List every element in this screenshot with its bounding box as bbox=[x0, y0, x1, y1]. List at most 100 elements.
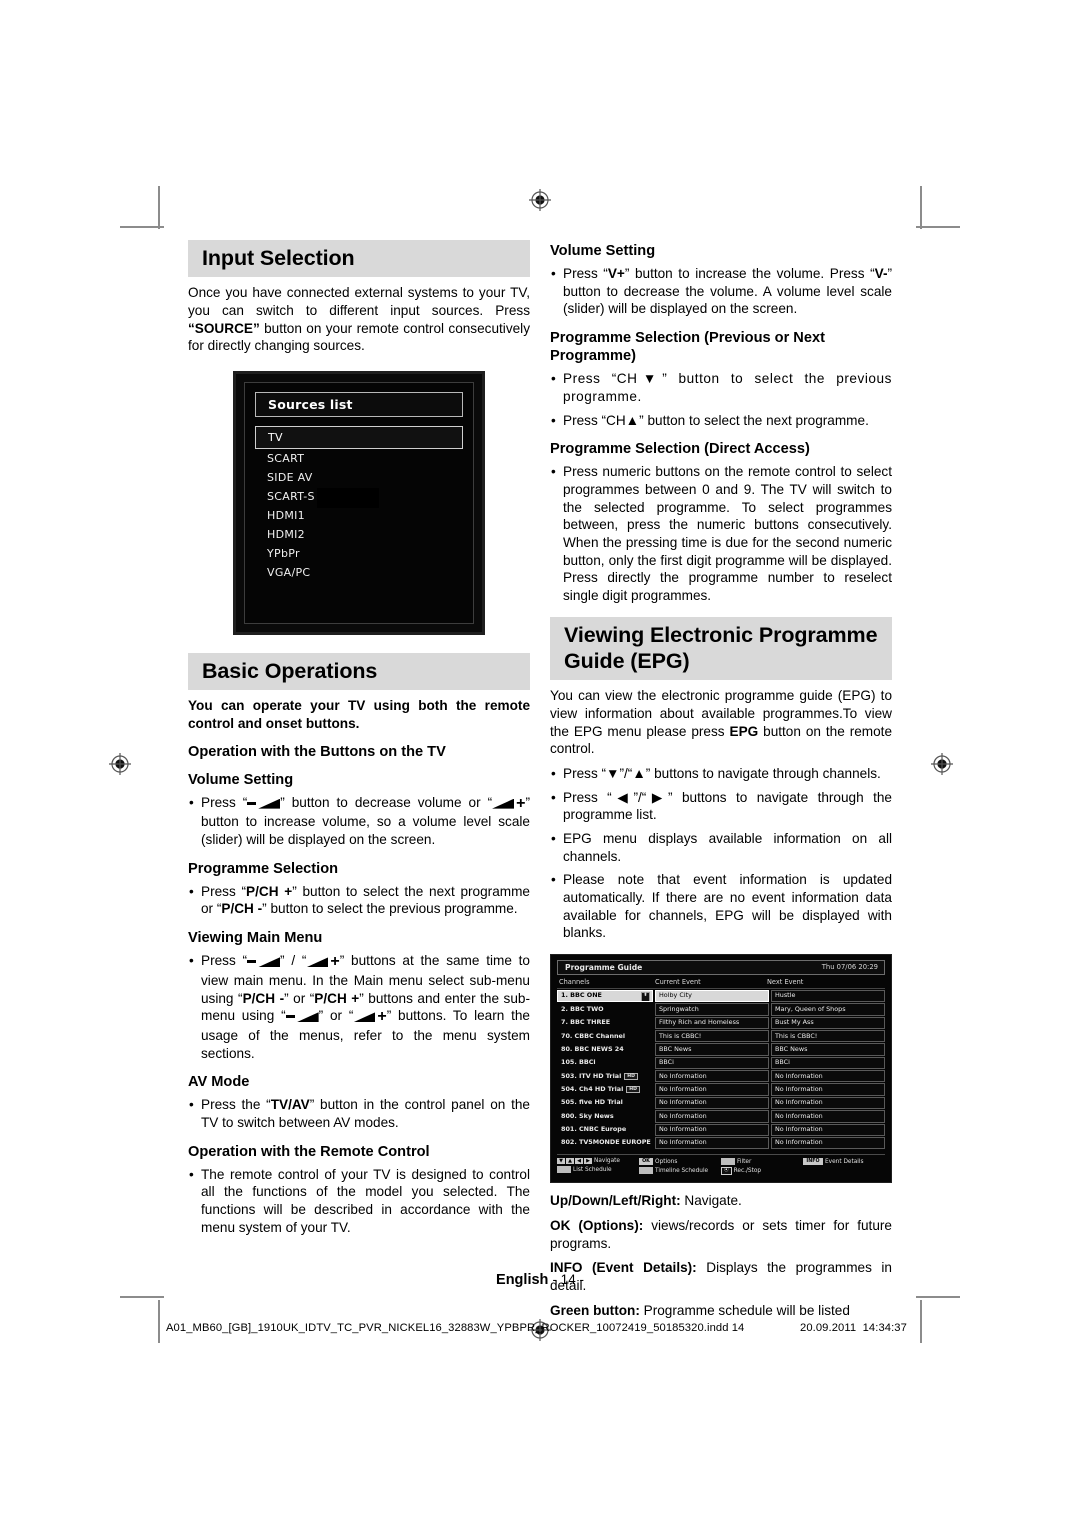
epg-cell-channel[interactable]: 504. Ch4 HD Trial HD bbox=[557, 1083, 653, 1095]
hd-icon: HD bbox=[624, 1072, 638, 1080]
epg-cell-current[interactable]: BBC News bbox=[655, 1043, 769, 1056]
epg-cell-current[interactable]: This is CBBC! bbox=[655, 1030, 769, 1043]
epg-cell-next[interactable]: No Information bbox=[771, 1083, 885, 1096]
programme-selection-left-bullets: Press “P/CH +” button to select the next… bbox=[188, 883, 530, 918]
sources-list-item-scart[interactable]: SCART bbox=[255, 449, 463, 468]
crop-mark-bottom-right-v bbox=[920, 1300, 922, 1343]
epg-row[interactable]: 80. BBC NEWS 24 BBC News BBC News bbox=[557, 1043, 885, 1056]
programme-selection-direct-bullet: Press numeric buttons on the remote cont… bbox=[550, 463, 892, 604]
epg-row[interactable]: 801. CNBC Europe No Information No Infor… bbox=[557, 1123, 885, 1136]
stepper-icon[interactable]: ⬍ bbox=[641, 991, 650, 1002]
epg-cell-current[interactable]: Springwatch bbox=[655, 1003, 769, 1016]
epg-cell-channel[interactable]: 802. TV5MONDE EUROPE bbox=[557, 1137, 653, 1149]
epg-cell-channel[interactable]: 7. BBC THREE bbox=[557, 1017, 653, 1029]
vol-text-2: ” button to decrease volume or “ bbox=[280, 794, 493, 810]
epg-cell-current[interactable]: Filthy Rich and Homeless bbox=[655, 1016, 769, 1030]
epg-cell-current[interactable]: No Information bbox=[655, 1110, 769, 1123]
record-key-icon: ⦿ bbox=[721, 1167, 732, 1176]
epg-cell-current[interactable]: No Information bbox=[655, 1083, 769, 1096]
viewing-main-menu-bullet: Press “” / “+” buttons at the same time … bbox=[188, 952, 530, 1062]
epg-cell-next[interactable]: Bust My Ass bbox=[771, 1016, 885, 1030]
section-heading-basic-operations: Basic Operations bbox=[188, 652, 530, 691]
epg-key-green-desc: Programme schedule will be listed bbox=[639, 1302, 850, 1318]
epg-key-updown-label: Up/Down/Left/Right: bbox=[550, 1193, 681, 1209]
rvol-key-vplus: V+ bbox=[607, 266, 625, 282]
epg-cell-next[interactable]: BBC News bbox=[771, 1043, 885, 1056]
epg-channel-label: 503. ITV HD Trial bbox=[561, 1071, 622, 1080]
epg-row[interactable]: 504. Ch4 HD Trial HD No Information No In… bbox=[557, 1083, 885, 1096]
epg-key-updown-desc: Navigate. bbox=[680, 1193, 742, 1209]
epg-cell-current[interactable]: No Information bbox=[655, 1136, 769, 1150]
crop-mark-top-left-h bbox=[120, 226, 164, 228]
epg-cell-channel[interactable]: 800. Sky News bbox=[557, 1110, 653, 1122]
volume-setting-remote-bullet: Press “V+” button to increase the volume… bbox=[550, 265, 892, 318]
sources-list-item-hdmi1[interactable]: HDMI1 bbox=[255, 506, 463, 525]
epg-cell-next[interactable]: No Information bbox=[771, 1096, 885, 1110]
epg-cell-channel[interactable]: 105. BBCi bbox=[557, 1057, 653, 1069]
sources-list-item-vga-pc[interactable]: VGA/PC bbox=[255, 563, 463, 582]
epg-cell-channel[interactable]: 503. ITV HD Trial HD bbox=[557, 1070, 653, 1082]
sources-list-item-scart-s[interactable]: SCART-S bbox=[255, 487, 463, 508]
epg-row[interactable]: 505. five HD Trial No Information No Inf… bbox=[557, 1096, 885, 1110]
epg-cell-current[interactable]: BBCi bbox=[655, 1056, 769, 1070]
sources-list-item-scart-s-label: SCART-S bbox=[267, 489, 315, 503]
print-date: 20.09.2011 bbox=[800, 1322, 857, 1334]
epg-cell-next[interactable]: No Information bbox=[771, 1123, 885, 1136]
epg-key-green: Green button: Programme schedule will be… bbox=[550, 1302, 892, 1320]
epg-cell-current[interactable]: Holby City bbox=[655, 989, 769, 1003]
programme-selection-prev-bullet: Press “CH▼” button to select the previou… bbox=[550, 370, 892, 405]
epg-row[interactable]: 802. TV5MONDE EUROPE No Information No I… bbox=[557, 1136, 885, 1150]
vmm-key-pch-minus: P/CH - bbox=[242, 990, 285, 1006]
epg-row[interactable]: 2. BBC TWO Springwatch Mary, Queen of Sh… bbox=[557, 1003, 885, 1016]
epg-row[interactable]: 1. BBC ONE ⬍ Holby City Hustle bbox=[557, 989, 885, 1003]
programme-selection-left-bullet: Press “P/CH +” button to select the next… bbox=[188, 883, 530, 918]
volume-setting-remote-bullets: Press “V+” button to increase the volume… bbox=[550, 265, 892, 318]
epg-cell-next[interactable]: Mary, Queen of Shops bbox=[771, 1003, 885, 1016]
vmm-text-4: ” or “ bbox=[284, 990, 315, 1006]
epg-cell-next[interactable]: No Information bbox=[771, 1070, 885, 1083]
epg-row[interactable]: 105. BBCi BBCi BBCi bbox=[557, 1056, 885, 1070]
epg-cell-next[interactable]: This is CBBC! bbox=[771, 1030, 885, 1043]
vol-text-1: Press “ bbox=[201, 794, 248, 810]
print-timestamp: 20.09.2011 14:34:37 bbox=[800, 1322, 907, 1334]
epg-legend-event-details-label: Event Details bbox=[825, 1158, 864, 1165]
epg-row[interactable]: 800. Sky News No Information No Informat… bbox=[557, 1110, 885, 1123]
epg-cell-channel[interactable]: 70. CBBC Channel bbox=[557, 1030, 653, 1042]
epg-row[interactable]: 503. ITV HD Trial HD No Information No In… bbox=[557, 1070, 885, 1083]
epg-cell-next[interactable]: No Information bbox=[771, 1136, 885, 1150]
epg-cell-next[interactable]: BBCi bbox=[771, 1056, 885, 1070]
vmm-key-pch-plus: P/CH + bbox=[314, 990, 360, 1006]
sources-list-item-ypbpr[interactable]: YPbPr bbox=[255, 544, 463, 563]
sources-list-selected-item[interactable]: TV bbox=[255, 425, 463, 449]
epg-cell-current[interactable]: No Information bbox=[655, 1070, 769, 1083]
epg-title-label: Programme Guide bbox=[565, 962, 643, 972]
volume-up-icon: + bbox=[492, 795, 525, 814]
blue-button-icon bbox=[721, 1158, 735, 1166]
green-button-icon bbox=[557, 1166, 571, 1174]
epg-cell-channel[interactable]: 801. CNBC Europe bbox=[557, 1124, 653, 1136]
footer-language: English bbox=[496, 1272, 549, 1288]
epg-cell-channel[interactable]: 1. BBC ONE ⬍ bbox=[557, 989, 653, 1003]
yellow-button-icon bbox=[639, 1167, 653, 1175]
epg-cell-next[interactable]: Hustle bbox=[771, 989, 885, 1003]
heading-programme-selection-left: Programme Selection bbox=[188, 860, 339, 877]
epg-cell-channel[interactable]: 2. BBC TWO bbox=[557, 1003, 653, 1015]
epg-legend-event-details: INFO Event Details bbox=[803, 1158, 885, 1166]
epg-row[interactable]: 7. BBC THREE Filthy Rich and Homeless Bu… bbox=[557, 1016, 885, 1030]
epg-bullets: Press “▼”/“▲” buttons to navigate throug… bbox=[550, 765, 892, 942]
heading-av-mode: AV Mode bbox=[188, 1074, 250, 1091]
epg-cell-channel[interactable]: 80. BBC NEWS 24 bbox=[557, 1043, 653, 1055]
section-heading-input-selection: Input Selection bbox=[188, 240, 530, 278]
epg-cell-channel[interactable]: 505. five HD Trial bbox=[557, 1097, 653, 1109]
epg-legend-navigate: ▼ ▲ ◀ ▶ Navigate bbox=[557, 1158, 639, 1165]
page-footer: English - 14 - bbox=[0, 1272, 1080, 1288]
epg-row[interactable]: 70. CBBC Channel This is CBBC! This is C… bbox=[557, 1030, 885, 1043]
sources-list-item-side-av[interactable]: SIDE AV bbox=[255, 468, 463, 487]
ps-key-pch-minus: P/CH - bbox=[221, 901, 263, 917]
registration-mark-top bbox=[528, 188, 552, 212]
epg-cell-current[interactable]: No Information bbox=[655, 1123, 769, 1136]
sources-list-item-hdmi2[interactable]: HDMI2 bbox=[255, 525, 463, 544]
epg-cell-current[interactable]: No Information bbox=[655, 1096, 769, 1110]
registration-mark-left bbox=[108, 752, 132, 776]
epg-cell-next[interactable]: No Information bbox=[771, 1110, 885, 1123]
